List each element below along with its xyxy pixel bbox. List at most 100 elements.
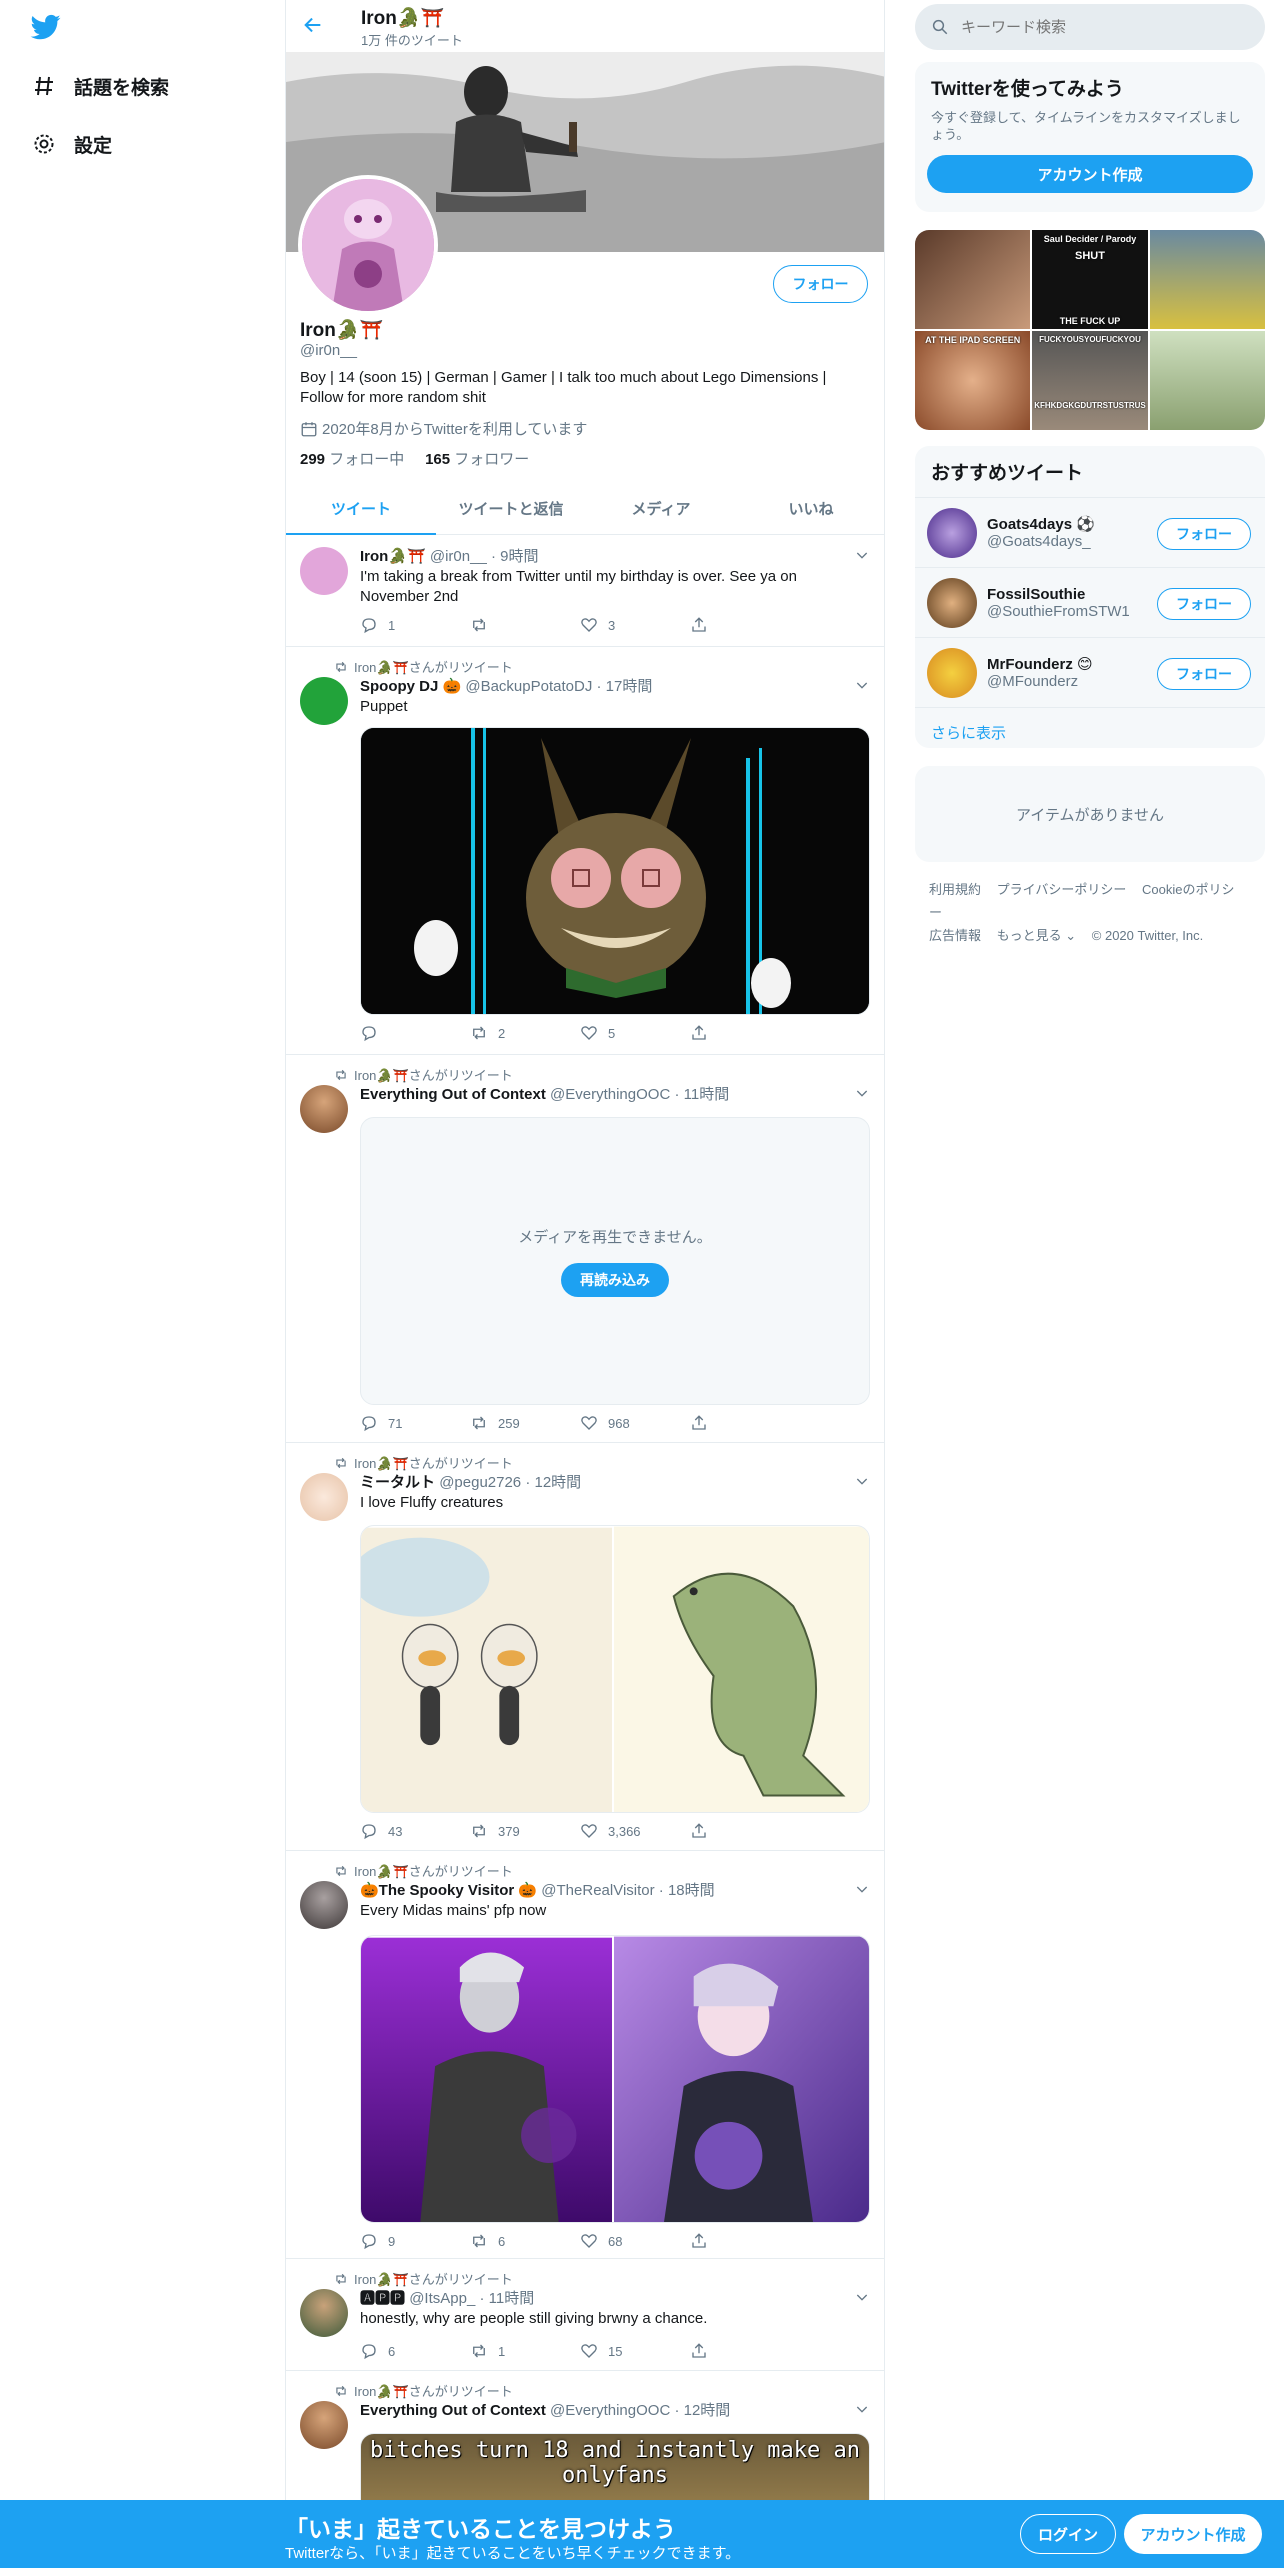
retweet-button[interactable]: 6 (470, 2231, 580, 2251)
share-button[interactable] (690, 1413, 730, 1433)
tweet-time[interactable]: 12時間 (684, 2402, 731, 2419)
tweet-time[interactable]: 9時間 (500, 548, 538, 565)
search-box[interactable] (915, 4, 1265, 50)
nav-explore[interactable]: 話題を検索 (30, 66, 169, 106)
back-arrow-icon[interactable] (302, 14, 324, 36)
retweet-button[interactable] (470, 615, 580, 635)
tweet[interactable]: Iron🐊⛩️さんがリツイート 🅰🅿🅿 @ItsApp_ · 11時間 hone… (286, 2259, 884, 2371)
retweet-by-label[interactable]: Iron🐊⛩️さんがリツイート (354, 2381, 513, 2400)
follow-button[interactable]: フォロー (1157, 518, 1251, 550)
reply-button[interactable] (360, 1023, 470, 1043)
reply-button[interactable]: 71 (360, 1413, 470, 1433)
share-button[interactable] (690, 1023, 730, 1043)
footer-link[interactable]: プライバシーポリシー (997, 882, 1127, 897)
tweet-time[interactable]: 12時間 (535, 1474, 582, 1491)
tweet-author-name[interactable]: Everything Out of Context (360, 1086, 546, 1103)
retweet-by-label[interactable]: Iron🐊⛩️さんがリツイート (354, 1861, 513, 1880)
tweet-image-pair[interactable] (360, 1935, 870, 2223)
tweet-author-name[interactable]: Iron🐊⛩️ (360, 548, 426, 565)
chevron-down-icon[interactable] (854, 2401, 870, 2417)
avatar[interactable] (927, 577, 977, 628)
retweet-button[interactable]: 259 (470, 1413, 580, 1433)
retweet-by-label[interactable]: Iron🐊⛩️さんがリツイート (354, 2269, 513, 2288)
tweet-author-name[interactable]: ミータルト (360, 1474, 435, 1491)
avatar[interactable] (300, 1085, 348, 1133)
tweet-time[interactable]: 17時間 (606, 678, 653, 695)
tweet-image[interactable] (360, 727, 870, 1015)
tweet-author-name[interactable]: Spoopy DJ 🎃 (360, 678, 461, 695)
tweet[interactable]: Iron🐊⛩️さんがリツイート Everything Out of Contex… (286, 1055, 884, 1443)
avatar[interactable] (927, 647, 977, 698)
media-grid-item[interactable] (915, 230, 1031, 329)
like-button[interactable]: 15 (580, 2341, 690, 2361)
tweet[interactable]: Iron🐊⛩️ @ir0n__ · 9時間 I'm taking a break… (286, 535, 884, 647)
media-grid-item[interactable] (1149, 230, 1265, 329)
retweet-button[interactable]: 379 (470, 1821, 580, 1841)
media-grid-item[interactable]: FUCKYOUSYOUFUCKYOU KFHKDGKGDUTRSTUSTRUS (1032, 331, 1148, 430)
who-to-follow-row[interactable]: MrFounderz 😊 @MFounderz フォロー (915, 637, 1265, 707)
like-button[interactable]: 68 (580, 2231, 690, 2251)
like-button[interactable]: 3 (580, 615, 690, 635)
retweet-by-label[interactable]: Iron🐊⛩️さんがリツイート (354, 1453, 513, 1472)
footer-link[interactable]: 利用規約 (929, 882, 981, 897)
tweet[interactable]: Iron🐊⛩️さんがリツイート 🎃The Spooky Visitor 🎃 @T… (286, 1851, 884, 2259)
media-grid-item[interactable]: AT THE IPAD SCREEN (915, 331, 1031, 430)
chevron-down-icon[interactable] (854, 547, 870, 563)
tweet[interactable]: Iron🐊⛩️さんがリツイート Spoopy DJ 🎃 @BackupPotat… (286, 647, 884, 1055)
search-input[interactable] (961, 18, 1241, 36)
share-button[interactable] (690, 2341, 730, 2361)
followers-link[interactable]: 165 フォロワー (425, 451, 529, 468)
reply-button[interactable]: 9 (360, 2231, 470, 2251)
avatar[interactable] (300, 2401, 348, 2449)
chevron-down-icon[interactable] (854, 1473, 870, 1489)
reply-button[interactable]: 6 (360, 2341, 470, 2361)
login-button[interactable]: ログイン (1020, 2514, 1116, 2554)
retweet-button[interactable]: 2 (470, 1023, 580, 1043)
profile-avatar[interactable] (298, 175, 438, 315)
follow-button[interactable]: フォロー (1157, 658, 1251, 690)
reply-button[interactable]: 43 (360, 1821, 470, 1841)
reply-button[interactable]: 1 (360, 615, 470, 635)
following-link[interactable]: 299 フォロー中 (300, 451, 404, 468)
twitter-bird-icon[interactable] (28, 12, 64, 42)
like-button[interactable]: 3,366 (580, 1821, 690, 1841)
media-grid-item[interactable]: Saul Decider / Parody SHUT THE FUCK UP (1032, 230, 1148, 329)
follow-button[interactable]: フォロー (1157, 588, 1251, 620)
like-button[interactable]: 5 (580, 1023, 690, 1043)
chevron-down-icon[interactable] (854, 1881, 870, 1897)
tab-media[interactable]: メディア (586, 483, 736, 534)
who-to-follow-row[interactable]: FossilSouthie @SouthieFromSTW1 フォロー (915, 567, 1265, 637)
chevron-down-icon[interactable] (854, 2289, 870, 2305)
chevron-down-icon[interactable] (854, 677, 870, 693)
reload-button[interactable]: 再読み込み (561, 1262, 669, 1297)
tweet[interactable]: Iron🐊⛩️さんがリツイート ミータルト @pegu2726 · 12時間 I… (286, 1443, 884, 1851)
avatar[interactable] (300, 547, 348, 595)
avatar[interactable] (300, 2289, 348, 2337)
tweet-image-pair[interactable] (360, 1525, 870, 1813)
tweet-time[interactable]: 11時間 (489, 2290, 535, 2307)
like-button[interactable]: 968 (580, 1413, 690, 1433)
show-more-link[interactable]: さらに表示 (915, 707, 1265, 748)
nav-settings[interactable]: 設定 (30, 124, 112, 164)
avatar[interactable] (300, 677, 348, 725)
share-button[interactable] (690, 615, 730, 635)
follow-button[interactable]: フォロー (773, 265, 868, 303)
retweet-by-label[interactable]: Iron🐊⛩️さんがリツイート (354, 1065, 513, 1084)
tweet-author-name[interactable]: 🅰🅿🅿 (360, 2290, 405, 2307)
tab-tweets-replies[interactable]: ツイートと返信 (436, 483, 586, 534)
avatar[interactable] (300, 1881, 348, 1929)
avatar[interactable] (300, 1473, 348, 1521)
who-to-follow-row[interactable]: Goats4days ⚽ @Goats4days_ フォロー (915, 497, 1265, 567)
tab-likes[interactable]: いいね (736, 483, 884, 534)
share-button[interactable] (690, 1821, 730, 1841)
tweet-time[interactable]: 11時間 (684, 1086, 730, 1103)
retweet-button[interactable]: 1 (470, 2341, 580, 2361)
share-button[interactable] (690, 2231, 730, 2251)
tab-tweets[interactable]: ツイート (286, 483, 436, 535)
tweet-time[interactable]: 18時間 (668, 1882, 715, 1899)
media-grid-item[interactable] (1149, 331, 1265, 430)
chevron-down-icon[interactable] (854, 1085, 870, 1101)
footer-link[interactable]: 広告情報 (929, 928, 981, 943)
tweet-author-name[interactable]: 🎃The Spooky Visitor 🎃 (360, 1882, 537, 1899)
create-account-button[interactable]: アカウント作成 (927, 155, 1253, 193)
